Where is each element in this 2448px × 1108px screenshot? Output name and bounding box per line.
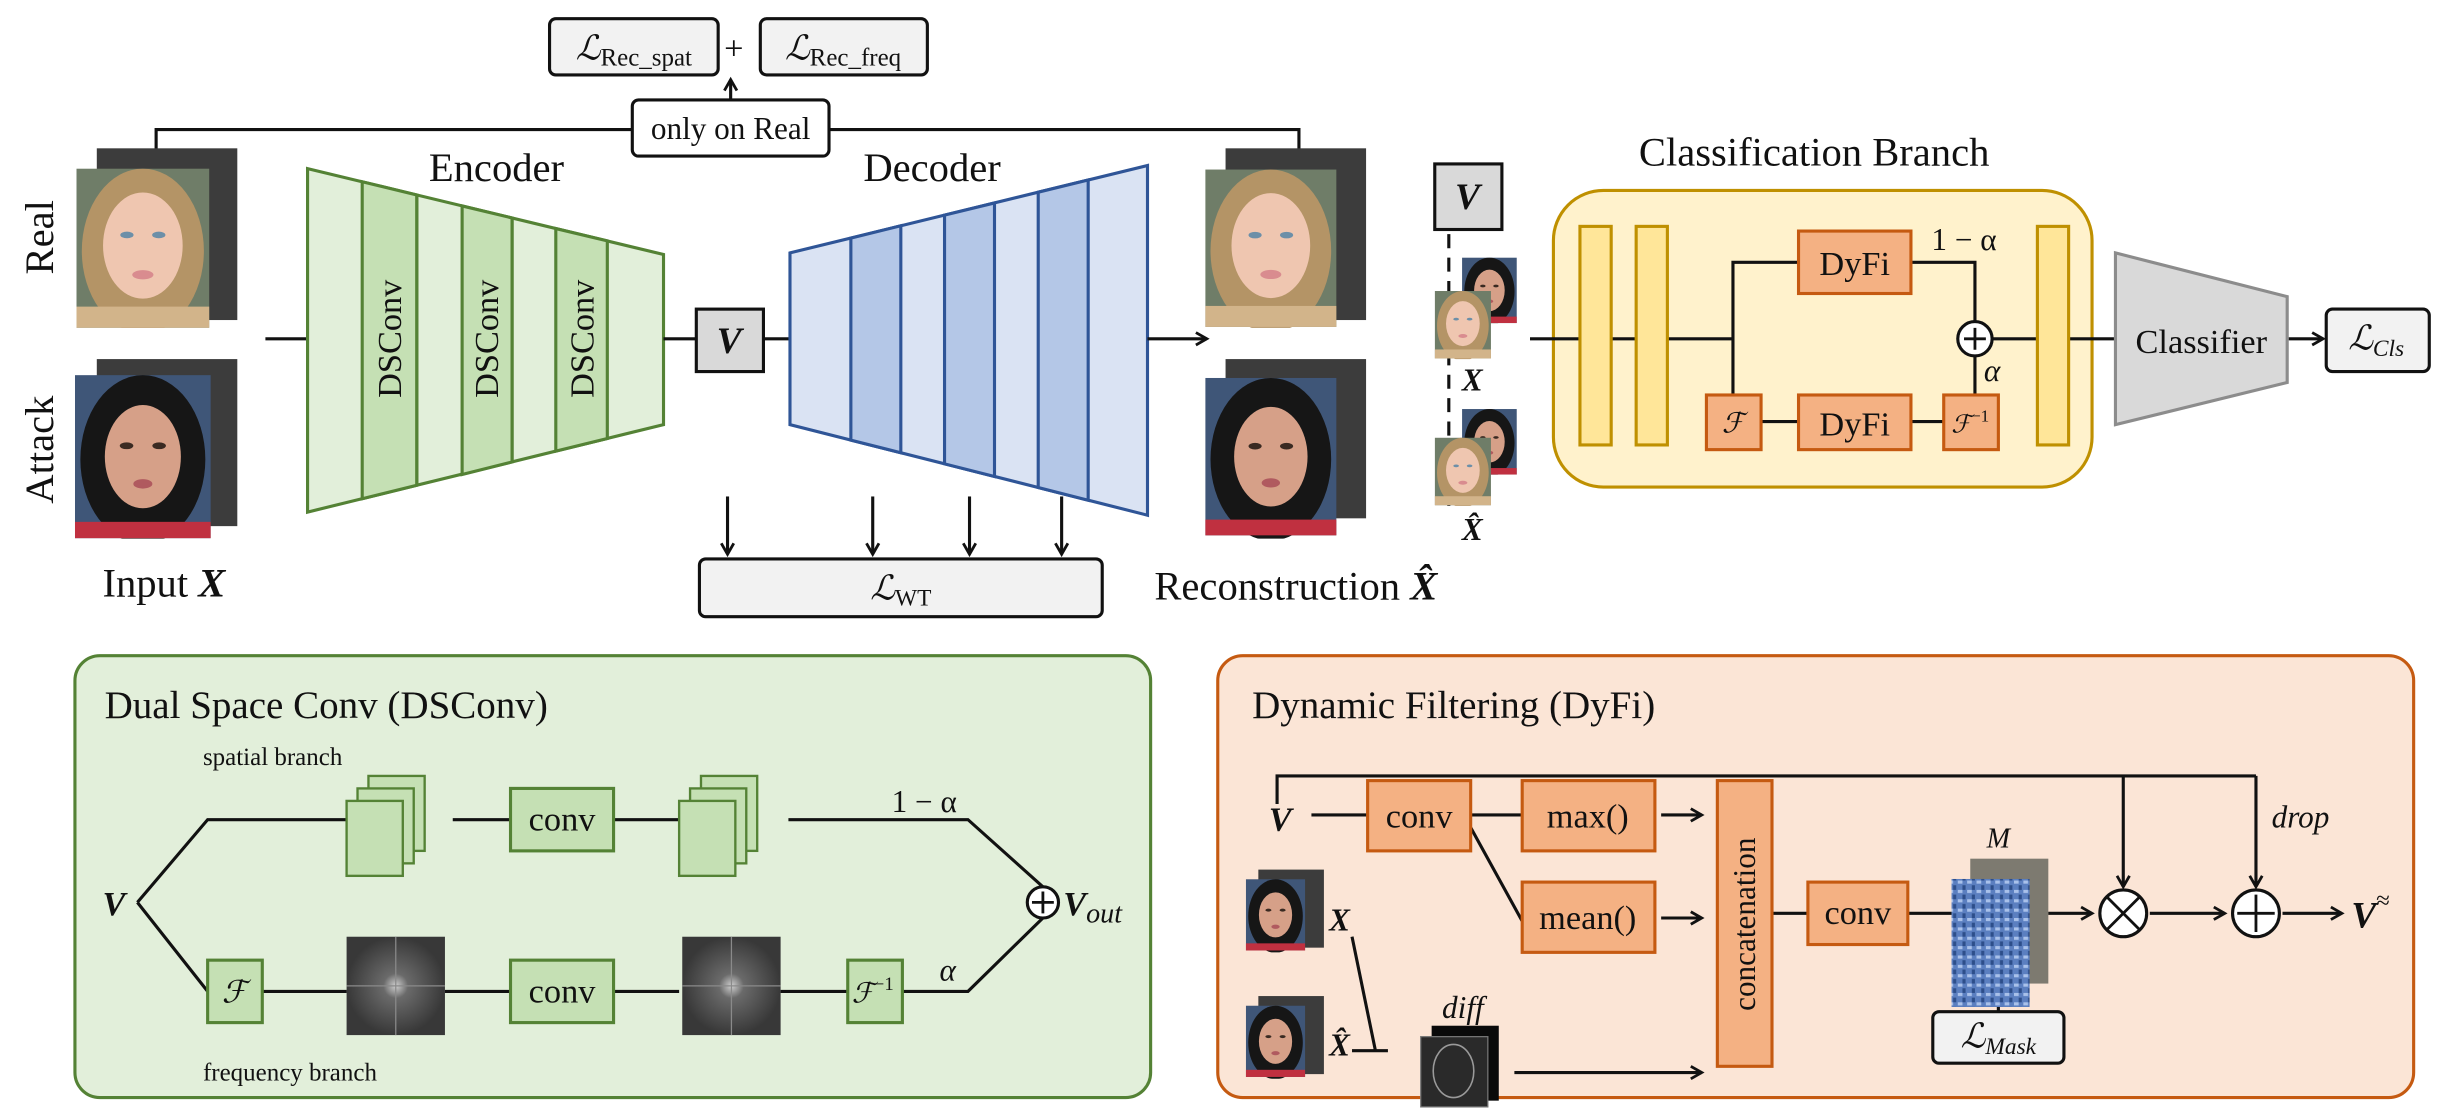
concatenation-block: concatenation (1715, 779, 1774, 1068)
svg-text:Classifier: Classifier (2136, 323, 2268, 361)
dyfi-x-label: X (1328, 902, 1351, 937)
reconstruction-label: Reconstruction X̂ (1154, 564, 1438, 609)
frequency-branch-label: frequency branch (203, 1059, 378, 1086)
cls-yellow-bar-3 (2035, 224, 2071, 447)
dsconv-conv-top: conv (508, 786, 616, 853)
svg-text:conv: conv (1386, 797, 1454, 835)
encoder-block-dsconv-3: DSConv (563, 279, 601, 398)
drop-label: drop (2272, 799, 2330, 834)
input-attack-image (74, 359, 238, 539)
dyfi-xhat-label: X̂ (1328, 1027, 1351, 1062)
decoder-title: Decoder (863, 145, 1001, 190)
cls-plus-icon (1956, 320, 1994, 358)
input-label: Input X (102, 560, 226, 605)
encoder-block-dsconv-1: DSConv (371, 279, 409, 398)
cls-input-x-label: X (1461, 362, 1484, 397)
dsconv-alpha: α (939, 952, 956, 987)
latent-v-box: V (694, 307, 766, 374)
diff-label: diff (1442, 990, 1488, 1025)
loss-mask-box: ℒMask (1931, 1010, 2066, 1065)
classifier-block: Classifier (2113, 250, 2289, 427)
dsconv-conv-bottom: conv (508, 958, 616, 1025)
encoder-block-dsconv-2: DSConv (468, 279, 506, 398)
svg-text:DyFi: DyFi (1819, 406, 1890, 444)
row-label-attack: Attack (17, 395, 62, 504)
dyfi-max-block: max() (1520, 779, 1657, 853)
loss-rec-freq-box: ℒRec_freq (758, 17, 929, 77)
svg-text:DyFi: DyFi (1819, 245, 1890, 283)
dyfi-panel-title: Dynamic Filtering (DyFi) (1252, 684, 1655, 727)
plus-sign: + (724, 29, 743, 67)
dyfi-top-block: DyFi (1796, 229, 1913, 296)
spatial-feature-maps-out (677, 774, 759, 878)
svg-text:conv: conv (529, 801, 597, 839)
wt-loss-arrows (720, 496, 1070, 558)
svg-text:max(): max() (1547, 797, 1629, 835)
frequency-spectrum-in (346, 936, 445, 1036)
architecture-diagram: ℒRec_spat + ℒRec_freq only on Real Real … (17, 17, 2431, 1108)
cls-one-minus-alpha: 1 − α (1931, 222, 1996, 257)
cls-input-x-images (1434, 257, 1517, 360)
dyfi-bottom-block: DyFi (1796, 393, 1913, 452)
dsconv-plus-icon (1025, 885, 1061, 920)
dyfi-input-v: V (1269, 801, 1295, 839)
diff-image (1420, 1025, 1499, 1108)
dyfi-xhat-image (1245, 996, 1324, 1079)
cls-latent-v-box: V (1433, 162, 1504, 232)
cls-yellow-bar-2 (1634, 224, 1669, 447)
row-label-real: Real (17, 200, 62, 274)
svg-text:only on Real: only on Real (651, 111, 811, 146)
mask-label: M (1986, 824, 2012, 855)
input-real-image (76, 148, 238, 328)
inverse-fourier-block: ℱ−1 (1942, 393, 2000, 452)
cls-alpha: α (1984, 353, 2001, 388)
only-on-real-box: only on Real (630, 98, 831, 158)
dsconv-inverse-fourier-block: ℱ−1 (846, 958, 904, 1025)
add-icon (2230, 888, 2281, 939)
cls-input-xhat-images (1434, 409, 1517, 506)
dyfi-x-image (1245, 869, 1324, 953)
frequency-spectrum-out (682, 936, 781, 1036)
dsconv-panel-title: Dual Space Conv (DSConv) (105, 684, 548, 727)
dyfi-conv-first: conv (1366, 779, 1473, 853)
svg-text:V: V (717, 321, 745, 362)
loss-cls-box: ℒCls (2324, 307, 2431, 374)
fourier-block: ℱ (1704, 393, 1763, 452)
decoder (788, 163, 1150, 518)
reconstruction-attack-image (1205, 359, 1367, 539)
svg-text:V: V (1455, 177, 1483, 218)
dsconv-one-minus-alpha: 1 − α (892, 784, 957, 819)
reconstruction-real-image (1205, 148, 1367, 328)
svg-text:concatenation: concatenation (1727, 837, 1762, 1011)
loss-rec-spat-box: ℒRec_spat (547, 17, 720, 77)
dsconv-fourier-block: ℱ (206, 958, 264, 1025)
svg-text:conv: conv (1824, 894, 1892, 932)
cls-yellow-bar-1 (1578, 224, 1613, 447)
encoder-title: Encoder (429, 145, 565, 190)
svg-text:mean(): mean() (1539, 899, 1636, 937)
loss-wt-box: ℒWT (697, 557, 1104, 619)
dsconv-input-v: V (103, 885, 129, 923)
spatial-branch-label: spatial branch (203, 744, 343, 771)
dyfi-mean-block: mean() (1520, 880, 1657, 954)
svg-text:conv: conv (529, 972, 597, 1010)
dyfi-conv-second: conv (1806, 880, 1910, 947)
multiply-icon (2098, 888, 2149, 939)
cls-input-xhat-label: X̂ (1461, 512, 1484, 547)
classification-branch-title: Classification Branch (1639, 129, 1989, 174)
spatial-feature-maps-in (345, 774, 426, 878)
